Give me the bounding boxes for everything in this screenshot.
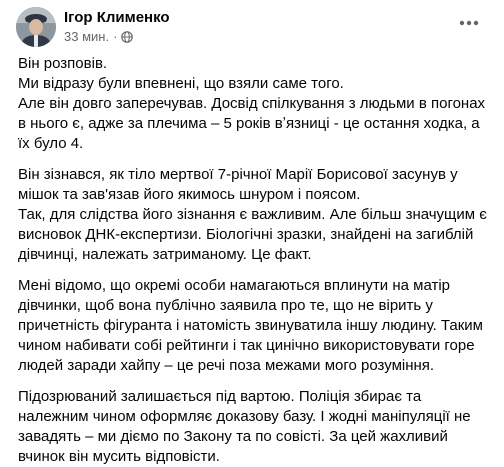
post-body: Він розповів. Ми відразу були впевнені, щ… — [16, 54, 488, 467]
post-text-line: Він розповів. — [18, 55, 108, 72]
post-subline: 33 мин. · — [64, 28, 170, 46]
post-paragraph: Він зізнався, як тіло мертвої 7-річної М… — [18, 165, 488, 265]
post-meta: Ігор Клименко 33 мин. · — [64, 7, 170, 46]
post-text-line: людей заради хайпу – це речі поза межами… — [18, 357, 435, 374]
post-text-line: причетність фігуранта і натомість звинув… — [18, 317, 483, 334]
post-header: Ігор Клименко 33 мин. · — [16, 0, 488, 52]
post-text-line: Мені відомо, що окремі особи намагаються… — [18, 277, 450, 294]
post-text-line: Ми відразу були впевнені, що взяли саме … — [18, 75, 344, 92]
post-text-line: вчинок він мусить відповісти. — [18, 448, 220, 465]
post-paragraph: Підозрюваний залишається під вартою. Пол… — [18, 387, 488, 467]
facebook-post: Ігор Клименко 33 мин. · Він розповів. Ми… — [0, 0, 504, 465]
post-time[interactable]: 33 мин. — [64, 28, 109, 46]
separator-dot: · — [113, 29, 118, 44]
post-text-line: чином набивати собі рейтинги і так циніч… — [18, 337, 475, 354]
post-text-line: належним чином оформляє доказову базу. І… — [18, 408, 471, 425]
globe-icon[interactable] — [121, 31, 134, 43]
post-text-line: дівчинці, належать затриманому. Це факт. — [18, 246, 312, 263]
post-text-line: в нього є, адже за плечима – 5 років вʼя… — [18, 115, 480, 132]
post-text-line: Але він довго заперечував. Досвід спілку… — [18, 95, 486, 112]
post-paragraph: Мені відомо, що окремі особи намагаються… — [18, 276, 488, 376]
post-text-line: Він зізнався, як тіло мертвої 7-річної М… — [18, 166, 458, 183]
more-options-button[interactable] — [454, 8, 484, 38]
post-text-line: мішок та зав'язав його якимось шнуром і … — [18, 186, 361, 203]
post-text-line: дівчинки, щоб вона публічно заявила про … — [18, 297, 433, 314]
post-text-line: висновок ДНК-експертизи. Біологічні зраз… — [18, 226, 474, 243]
post-text-line: Так, для слідства його зізнання є важлив… — [18, 206, 487, 223]
post-paragraph: Він розповів. Ми відразу були впевнені, щ… — [18, 54, 488, 154]
more-horizontal-icon — [459, 20, 479, 26]
post-text-line: їх було 4. — [18, 135, 84, 152]
avatar[interactable] — [16, 7, 56, 47]
author-name[interactable]: Ігор Клименко — [64, 8, 170, 28]
post-text-line: завадять – ми діємо по Закону та по сові… — [18, 428, 448, 445]
post-text-line: Підозрюваний залишається під вартою. Пол… — [18, 388, 422, 405]
avatar-image — [16, 7, 56, 47]
